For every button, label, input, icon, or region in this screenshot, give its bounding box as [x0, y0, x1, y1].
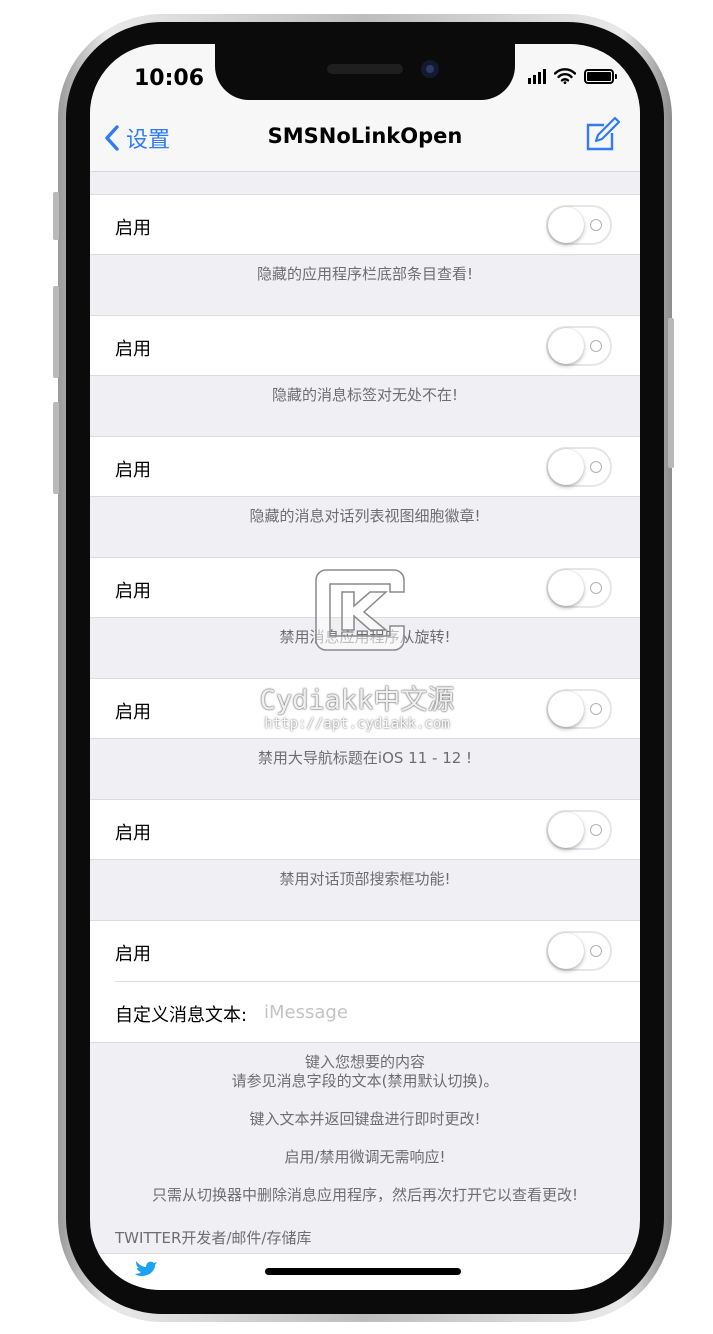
description-line: 请参见消息字段的文本(禁用默认切换)。 [231, 1072, 499, 1090]
power-button [668, 318, 674, 468]
custom-message-input[interactable] [264, 997, 604, 1027]
enable-toggle-hide-bottom-bar[interactable] [546, 205, 612, 245]
wifi-icon [554, 68, 576, 84]
toggle-label: 启用 [115, 581, 151, 602]
text-field-cell: 自定义消息文本: [90, 982, 640, 1042]
description-line: 键入文本并返回键盘进行即时更改! [249, 1110, 481, 1128]
twitter-icon [135, 1261, 157, 1276]
front-camera [421, 60, 439, 78]
enable-toggle-disable-large-titles[interactable] [546, 689, 612, 729]
notch [215, 44, 515, 100]
description-line: 启用/禁用微调无需响应! [284, 1148, 446, 1166]
toggle-cell-disable-search: 启用 [90, 799, 640, 860]
section-footer: 禁用对话顶部搜索框功能! [279, 870, 451, 888]
section-footer: 隐藏的消息对话列表视图细胞徽章! [249, 507, 481, 525]
volume-down-button [53, 402, 59, 494]
enable-toggle-disable-rotation[interactable] [546, 568, 612, 608]
page-title: SMSNoLinkOpen [267, 124, 463, 148]
toggle-cell-hide-bottom-bar: 启用 [90, 194, 640, 255]
navigation-bar: 设置 SMSNoLinkOpen [90, 100, 640, 172]
links-section-header: TWITTER开发者/邮件/存储库 [115, 1229, 312, 1247]
compose-icon [586, 116, 621, 151]
toggle-label: 启用 [115, 218, 151, 239]
toggle-label: 启用 [115, 944, 151, 965]
toggle-cell-hide-badges: 启用 [90, 436, 640, 497]
section-footer: 禁用消息应用程序从旋转! [279, 628, 451, 646]
description-line: 键入您想要的内容 [304, 1053, 425, 1071]
description-line: 只需从切换器中删除消息应用程序，然后再次打开它以查看更改! [151, 1186, 579, 1204]
toggle-cell-disable-rotation: 启用 [90, 557, 640, 618]
enable-toggle-custom-text[interactable] [546, 931, 612, 971]
toggle-label: 启用 [115, 339, 151, 360]
status-icons [528, 68, 617, 84]
home-indicator[interactable] [265, 1268, 461, 1275]
toggle-cell-custom-text: 启用 [90, 921, 640, 981]
custom-text-label: 自定义消息文本: [115, 1005, 248, 1026]
custom-text-group: 启用 自定义消息文本: [90, 920, 640, 1043]
toggle-label: 启用 [115, 702, 151, 723]
cellular-signal-icon [528, 68, 546, 84]
section-footer: 隐藏的消息标签对无处不在! [271, 386, 458, 404]
speaker-grille [327, 64, 403, 74]
battery-icon [584, 68, 617, 84]
section-footer: 隐藏的应用程序栏底部条目查看! [256, 265, 473, 283]
description-footer: 键入您想要的内容 请参见消息字段的文本(禁用默认切换)。 键入文本并返回键盘进行… [90, 1043, 640, 1205]
mute-switch [53, 192, 59, 240]
toggle-cell-disable-large-titles: 启用 [90, 678, 640, 739]
phone-screen: 10:06 设置 SMSNoLinkOpen 启用 隐藏的应用程序栏底部条目查看… [90, 44, 640, 1290]
status-time: 10:06 [134, 66, 205, 91]
enable-toggle-hide-tabs[interactable] [546, 326, 612, 366]
volume-up-button [53, 286, 59, 378]
section-footer: 禁用大导航标题在iOS 11 - 12 ! [257, 749, 473, 767]
toggle-label: 启用 [115, 460, 151, 481]
compose-button[interactable] [584, 114, 621, 154]
toggle-label: 启用 [115, 823, 151, 844]
settings-list: 启用 隐藏的应用程序栏底部条目查看! 启用 隐藏的消息标签对无处不在! 启用 隐… [90, 172, 640, 1290]
toggle-cell-hide-tabs: 启用 [90, 315, 640, 376]
enable-toggle-disable-search[interactable] [546, 810, 612, 850]
enable-toggle-hide-badges[interactable] [546, 447, 612, 487]
